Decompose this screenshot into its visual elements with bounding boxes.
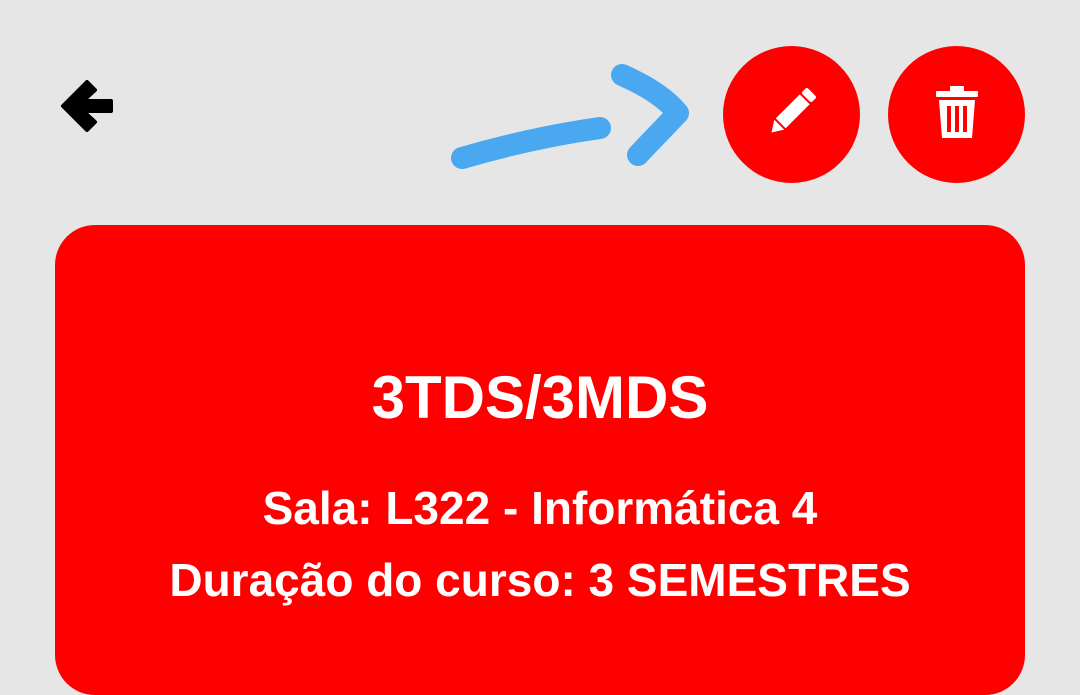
pencil-icon — [762, 82, 822, 147]
annotation-arrow-icon — [451, 64, 689, 169]
course-duration: Duração do curso: 3 SEMESTRES — [169, 554, 911, 606]
trash-icon — [927, 82, 987, 147]
delete-button[interactable] — [888, 46, 1025, 183]
course-title: 3TDS/3MDS — [371, 364, 709, 431]
edit-button[interactable] — [723, 46, 860, 183]
course-room: Sala: L322 - Informática 4 — [262, 482, 818, 534]
course-card[interactable] — [55, 225, 1025, 695]
arrow-left-icon — [55, 76, 115, 141]
back-button[interactable] — [50, 72, 120, 144]
